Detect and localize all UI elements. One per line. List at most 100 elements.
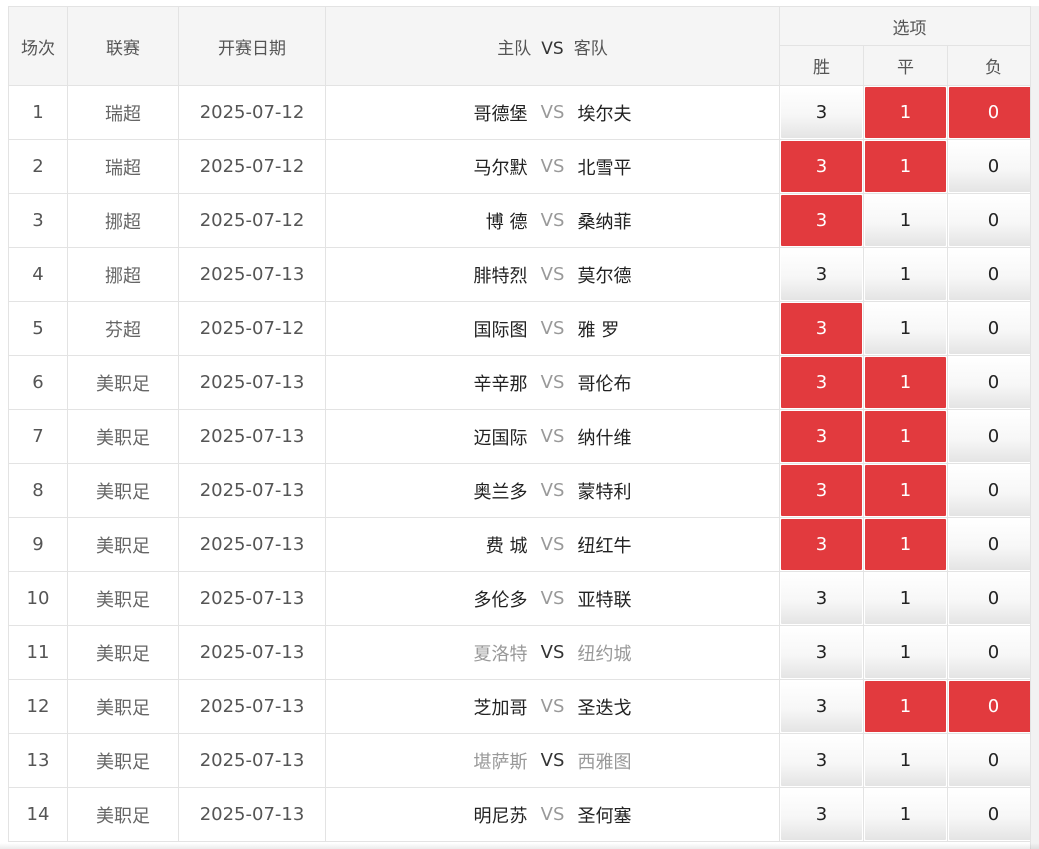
away-team: 西雅图 [577, 751, 632, 773]
win-option-button[interactable]: 3 [781, 357, 862, 408]
lose-cell: 0 [946, 139, 1039, 194]
draw-option-button[interactable]: 1 [865, 357, 946, 408]
lose-option-button[interactable]: 0 [949, 357, 1039, 408]
draw-option-button[interactable]: 1 [865, 249, 946, 300]
home-team: 博 德 [485, 211, 528, 233]
away-team: 哥伦布 [577, 373, 632, 395]
win-cell: 3 [779, 301, 864, 356]
home-team: 多伦多 [473, 589, 528, 611]
draw-option-button[interactable]: 1 [865, 465, 946, 516]
scrollbar-track[interactable] [1030, 6, 1039, 849]
match-no: 1 [8, 85, 68, 140]
draw-option-button[interactable]: 1 [865, 789, 946, 840]
win-cell: 3 [779, 787, 864, 842]
away-team: 桑纳菲 [577, 211, 632, 233]
lose-cell: 0 [946, 301, 1039, 356]
table-row: 1 瑞超 2025-07-12 哥德堡 VS 埃尔夫 3 1 0 [8, 85, 1039, 140]
home-team: 哥德堡 [473, 103, 528, 125]
win-option-button[interactable]: 3 [781, 87, 862, 138]
win-option-button[interactable]: 3 [781, 627, 862, 678]
lose-option-button[interactable]: 0 [949, 573, 1039, 624]
draw-option-button[interactable]: 1 [865, 141, 946, 192]
draw-cell: 1 [863, 409, 948, 464]
draw-option-button[interactable]: 1 [865, 627, 946, 678]
lose-option-button[interactable]: 0 [949, 465, 1039, 516]
lose-option-button[interactable]: 0 [949, 789, 1039, 840]
lose-option-button[interactable]: 0 [949, 249, 1039, 300]
win-cell: 3 [779, 409, 864, 464]
draw-cell: 1 [863, 301, 948, 356]
win-option-button[interactable]: 3 [781, 465, 862, 516]
win-option-button[interactable]: 3 [781, 735, 862, 786]
match-teams: 博 德 VS 桑纳菲 [325, 193, 780, 248]
header-options: 选项 [778, 6, 1039, 46]
home-team: 夏洛特 [473, 643, 528, 665]
table-row: 3 挪超 2025-07-12 博 德 VS 桑纳菲 3 1 0 [8, 193, 1039, 248]
away-team: 莫尔德 [577, 265, 632, 287]
draw-option-button[interactable]: 1 [865, 195, 946, 246]
lose-option-button[interactable]: 0 [949, 303, 1039, 354]
draw-cell: 1 [863, 193, 948, 248]
vs-label: VS [540, 318, 565, 339]
draw-option-button[interactable]: 1 [865, 519, 946, 570]
lose-option-button[interactable]: 0 [949, 519, 1039, 570]
draw-option-button[interactable]: 1 [865, 573, 946, 624]
win-option-button[interactable]: 3 [781, 789, 862, 840]
draw-option-button[interactable]: 1 [865, 411, 946, 462]
lose-cell: 0 [946, 571, 1039, 626]
league-name: 美职足 [67, 355, 179, 410]
win-option-button[interactable]: 3 [781, 249, 862, 300]
win-option-button[interactable]: 3 [781, 519, 862, 570]
lose-cell: 0 [946, 787, 1039, 842]
win-option-button[interactable]: 3 [781, 411, 862, 462]
win-cell: 3 [779, 139, 864, 194]
home-team: 明尼苏 [473, 805, 528, 827]
league-name: 美职足 [67, 463, 179, 518]
match-no: 12 [8, 679, 68, 734]
league-name: 美职足 [67, 733, 179, 788]
match-no: 6 [8, 355, 68, 410]
lose-option-button[interactable]: 0 [949, 735, 1039, 786]
vs-label: VS [540, 642, 565, 663]
lose-option-button[interactable]: 0 [949, 141, 1039, 192]
draw-cell: 1 [863, 247, 948, 302]
draw-cell: 1 [863, 787, 948, 842]
league-name: 美职足 [67, 517, 179, 572]
match-teams: 明尼苏 VS 圣何塞 [325, 787, 780, 842]
lose-option-button[interactable]: 0 [949, 195, 1039, 246]
draw-option-button[interactable]: 1 [865, 87, 946, 138]
away-team: 蒙特利 [577, 481, 632, 503]
lose-option-button[interactable]: 0 [949, 681, 1039, 732]
table-header: 场次 联赛 开赛日期 主队 VS 客队 选项 胜 平 负 [8, 6, 1039, 86]
lose-cell: 0 [946, 733, 1039, 788]
lose-option-button[interactable]: 0 [949, 411, 1039, 462]
lose-option-button[interactable]: 0 [949, 627, 1039, 678]
win-option-button[interactable]: 3 [781, 681, 862, 732]
league-name: 挪超 [67, 247, 179, 302]
win-cell: 3 [779, 85, 864, 140]
win-cell: 3 [779, 355, 864, 410]
win-option-button[interactable]: 3 [781, 573, 862, 624]
away-team: 雅 罗 [577, 319, 620, 341]
league-name: 瑞超 [67, 139, 179, 194]
draw-cell: 1 [863, 355, 948, 410]
league-name: 美职足 [67, 571, 179, 626]
vs-label: VS [540, 534, 565, 555]
table-body: 1 瑞超 2025-07-12 哥德堡 VS 埃尔夫 3 1 0 2 瑞超 20… [8, 85, 1039, 842]
draw-option-button[interactable]: 1 [865, 681, 946, 732]
league-name: 美职足 [67, 625, 179, 680]
win-option-button[interactable]: 3 [781, 141, 862, 192]
table-row: 8 美职足 2025-07-13 奥兰多 VS 蒙特利 3 1 0 [8, 463, 1039, 518]
match-table-container: 场次 联赛 开赛日期 主队 VS 客队 选项 胜 平 负 1 瑞超 2025-07-… [8, 6, 1039, 842]
home-team: 芝加哥 [473, 697, 528, 719]
match-date: 2025-07-12 [178, 301, 326, 356]
bottom-edge-shadow [0, 843, 1039, 849]
lose-option-button[interactable]: 0 [949, 87, 1039, 138]
lose-cell: 0 [946, 409, 1039, 464]
match-teams: 夏洛特 VS 纽约城 [325, 625, 780, 680]
draw-option-button[interactable]: 1 [865, 735, 946, 786]
draw-option-button[interactable]: 1 [865, 303, 946, 354]
win-option-button[interactable]: 3 [781, 303, 862, 354]
win-option-button[interactable]: 3 [781, 195, 862, 246]
match-date: 2025-07-12 [178, 139, 326, 194]
